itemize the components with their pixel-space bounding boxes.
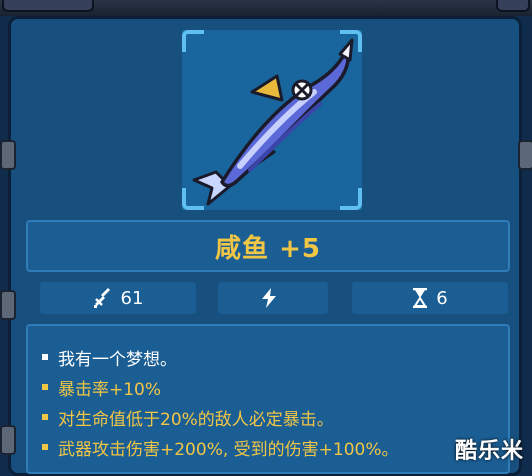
description-line: 我有一个梦想。 xyxy=(42,342,508,372)
item-description: 我有一个梦想。 暴击率+10% 对生命值低于20%的敌人必定暴击。 武器攻击伤害… xyxy=(26,324,510,474)
bullet-icon xyxy=(42,384,48,390)
description-line: 暴击率+10% xyxy=(42,372,508,402)
frame-bolt-left-lower xyxy=(0,290,16,320)
sword-icon xyxy=(93,288,110,308)
bullet-icon xyxy=(42,354,48,360)
stat-energy xyxy=(218,282,328,314)
item-name: 咸鱼 +5 xyxy=(215,233,321,264)
description-text: 暴击率+10% xyxy=(58,379,162,400)
cooldown-value: 6 xyxy=(436,287,448,309)
top-right-badge xyxy=(496,0,530,12)
window-top-frame xyxy=(0,0,532,16)
frame-bolt-right-upper xyxy=(518,140,532,170)
description-line: 武器攻击伤害+200%, 受到的伤害+100%。 xyxy=(42,432,508,462)
stat-cooldown: 6 xyxy=(352,282,508,314)
frame-bolt-left-bottom xyxy=(0,425,16,455)
description-line: 对生命值低于20%的敌人必定暴击。 xyxy=(42,402,508,432)
item-icon-frame xyxy=(182,30,362,210)
description-text: 武器攻击伤害+200%, 受到的伤害+100%。 xyxy=(58,439,399,460)
lightning-icon xyxy=(262,288,276,308)
top-left-badge xyxy=(2,0,94,12)
description-text: 我有一个梦想。 xyxy=(58,349,177,370)
hourglass-icon xyxy=(413,288,428,308)
frame-bolt-left-upper xyxy=(0,140,16,170)
stat-damage: 61 xyxy=(40,282,196,314)
bullet-icon xyxy=(42,414,48,420)
watermark-logo: 酷乐米 xyxy=(454,439,524,464)
salted-fish-icon xyxy=(192,38,354,206)
description-text: 对生命值低于20%的敌人必定暴击。 xyxy=(58,409,334,430)
bullet-icon xyxy=(42,444,48,450)
damage-value: 61 xyxy=(120,287,144,309)
item-title-bar: 咸鱼 +5 xyxy=(26,220,510,272)
